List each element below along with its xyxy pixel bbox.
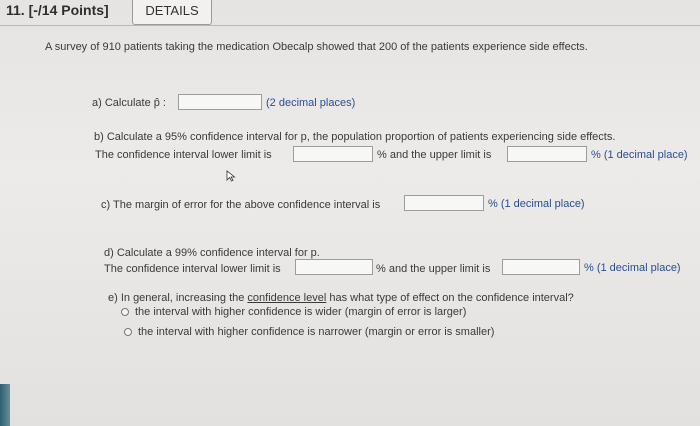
margin-of-error-input[interactable] — [404, 195, 484, 211]
ci99-lower-input[interactable] — [295, 259, 373, 275]
ci95-upper-input[interactable] — [507, 146, 587, 162]
ci99-upper-input[interactable] — [502, 259, 580, 275]
part-d-middle-label: % and the upper limit is — [376, 263, 491, 275]
part-e-question: e) In general, increasing the confidence… — [108, 292, 574, 304]
part-a-label: a) Calculate p̂ : — [92, 97, 166, 109]
confidence-level-link[interactable]: confidence level — [247, 292, 326, 304]
part-e-suffix: has what type of effect on the confidenc… — [326, 292, 574, 304]
ci95-lower-input[interactable] — [293, 146, 373, 162]
option-narrower-radio[interactable] — [124, 328, 132, 336]
part-b-middle-label: % and the upper limit is — [377, 149, 492, 161]
part-b-question: b) Calculate a 95% confidence interval f… — [94, 131, 616, 143]
question-number: 11. [-/14 Points] — [6, 2, 109, 18]
part-c-hint: % (1 decimal place) — [488, 198, 585, 210]
option-wider-radio[interactable] — [121, 308, 129, 316]
question-intro: A survey of 910 patients taking the medi… — [45, 41, 588, 53]
details-tab[interactable]: DETAILS — [132, 0, 212, 25]
part-d-question: d) Calculate a 99% confidence interval f… — [104, 247, 320, 259]
part-d-hint: % (1 decimal place) — [584, 262, 681, 274]
option-narrower-label[interactable]: the interval with higher confidence is n… — [138, 326, 494, 338]
part-d-lower-label: The confidence interval lower limit is — [104, 263, 281, 275]
option-wider-label[interactable]: the interval with higher confidence is w… — [135, 306, 466, 318]
window-edge-decoration — [0, 384, 10, 426]
part-c-label: c) The margin of error for the above con… — [101, 199, 381, 211]
p-hat-input[interactable] — [178, 94, 262, 110]
mouse-cursor-icon — [226, 170, 236, 182]
header-divider — [0, 25, 700, 26]
part-a-hint: (2 decimal places) — [266, 97, 356, 109]
part-e-prefix: e) In general, increasing the — [108, 292, 248, 304]
part-b-lower-label: The confidence interval lower limit is — [95, 149, 272, 161]
part-b-hint: % (1 decimal place) — [591, 149, 688, 161]
